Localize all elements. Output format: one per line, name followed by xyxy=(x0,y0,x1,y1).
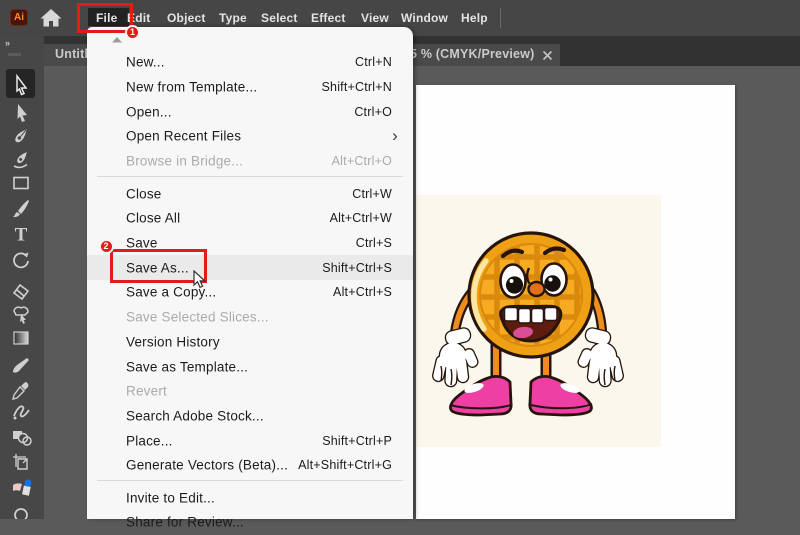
svg-text:T: T xyxy=(15,225,28,246)
